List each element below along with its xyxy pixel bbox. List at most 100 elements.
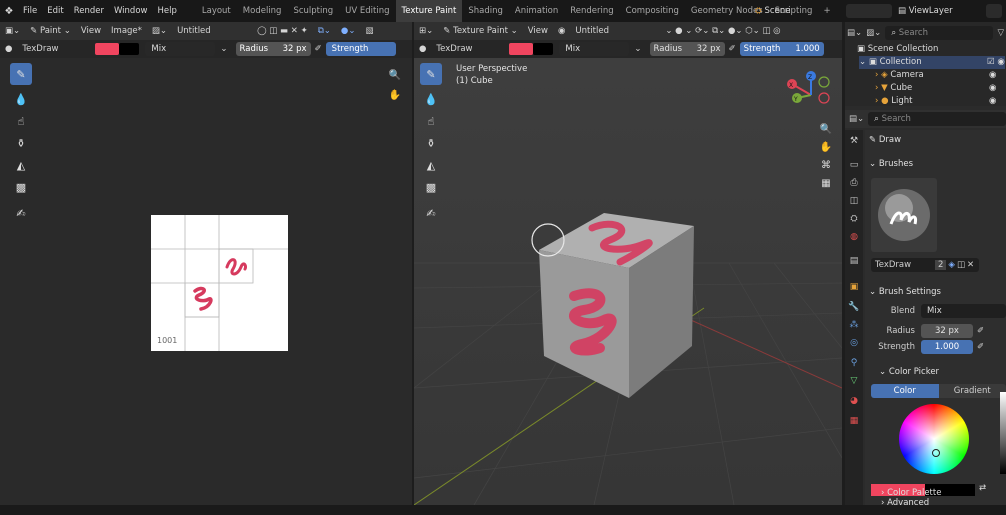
viewport-pressure-icon[interactable]: ✐: [725, 44, 740, 54]
color-picker-panel-header[interactable]: ⌄ Color Picker: [879, 364, 939, 380]
draw-tool-icon[interactable]: ✎: [10, 63, 32, 85]
brush-selector[interactable]: TexDraw 2 ◈ ◫ ✕: [871, 258, 979, 272]
tab-modeling[interactable]: Modeling: [237, 0, 288, 22]
image-actions-icons[interactable]: ◯ ◫ ▬ ✕ ✦: [252, 26, 313, 36]
ortho-toggle-icon[interactable]: ▦: [817, 174, 835, 192]
viewport-smear-tool-icon[interactable]: ☝: [420, 110, 442, 132]
viewport-editor-type-icon[interactable]: ⊞⌄: [414, 26, 438, 36]
object-tab-icon[interactable]: ▣: [847, 280, 861, 294]
tab-shading[interactable]: Shading: [462, 0, 509, 22]
outliner-item-light[interactable]: › ● Light ◉: [875, 95, 1005, 108]
brush-name-field[interactable]: TexDraw: [871, 260, 935, 270]
properties-radius-field[interactable]: 32 px: [921, 324, 973, 338]
mode-selector[interactable]: ✎ Paint ⌄: [25, 26, 76, 36]
scene-actions[interactable]: [846, 4, 892, 18]
image-browse-icon[interactable]: ▨⌄: [147, 26, 172, 36]
viewport-radius-field[interactable]: Radius 32 px: [649, 42, 725, 56]
fake-user-icon[interactable]: ◈: [946, 260, 957, 270]
data-tab-icon[interactable]: ▽: [847, 374, 861, 388]
gradient-tab[interactable]: Gradient: [938, 384, 1006, 398]
viewport-fill-tool-icon[interactable]: ◭: [420, 154, 442, 176]
tab-layout[interactable]: Layout: [196, 0, 237, 22]
color-wheel[interactable]: [899, 404, 969, 474]
viewport-zoom-icon[interactable]: 🔍: [817, 120, 835, 138]
mask-tool-icon[interactable]: ▩: [10, 176, 32, 198]
menu-image[interactable]: Image*: [106, 26, 147, 36]
editor-type-icon[interactable]: ▣⌄: [0, 26, 25, 36]
tab-sculpting[interactable]: Sculpting: [287, 0, 339, 22]
zoom-icon[interactable]: 🔍: [386, 66, 404, 84]
shading-icon[interactable]: ●⌄: [336, 26, 361, 36]
add-workspace-button[interactable]: +: [818, 6, 835, 16]
color-wheel-cursor[interactable]: [932, 449, 940, 457]
annotate-tool-icon[interactable]: ✍: [10, 202, 32, 224]
scene-selector[interactable]: ⛭ Scene: [755, 0, 790, 22]
overlay-icon[interactable]: ⧉⌄: [313, 26, 336, 36]
sidebar-toggle-icon[interactable]: ▧: [360, 26, 378, 36]
camera-visibility-icon[interactable]: ◉: [989, 69, 996, 82]
viewport-mode-selector[interactable]: ✎ Texture Paint ⌄: [438, 26, 523, 36]
menu-edit[interactable]: Edit: [42, 6, 68, 16]
smear-tool-icon[interactable]: ☝: [10, 110, 32, 132]
viewport-menu-view[interactable]: View: [523, 26, 553, 36]
outliner-item-camera[interactable]: › ◈ Camera ◉: [875, 69, 1005, 82]
brush-name[interactable]: TexDraw: [17, 44, 95, 54]
menu-window[interactable]: Window: [109, 6, 153, 16]
duplicate-icon[interactable]: ◫: [957, 260, 965, 270]
properties-strength-field[interactable]: 1.000: [921, 340, 973, 354]
view-layer-tab-icon[interactable]: ◫: [847, 194, 861, 208]
menu-file[interactable]: File: [18, 6, 42, 16]
pan-hand-icon[interactable]: ✋: [386, 86, 404, 104]
tab-texture-paint[interactable]: Texture Paint: [395, 0, 463, 22]
menu-render[interactable]: Render: [69, 6, 109, 16]
blender-logo-icon[interactable]: ❖: [0, 6, 18, 17]
radius-field[interactable]: Radius 32 px: [235, 42, 311, 56]
material-tab-icon[interactable]: ◕: [847, 394, 861, 408]
view-layer-actions[interactable]: [986, 4, 1002, 18]
light-visibility-icon[interactable]: ◉: [989, 95, 996, 108]
collection-tab-icon[interactable]: ▤: [847, 254, 861, 268]
properties-blend-dropdown[interactable]: Mix: [921, 304, 1006, 318]
funnel-icon[interactable]: ▽: [997, 28, 1004, 38]
tab-compositing[interactable]: Compositing: [620, 0, 685, 22]
tab-animation[interactable]: Animation: [509, 0, 564, 22]
viewport-clone-tool-icon[interactable]: ⚱: [420, 132, 442, 154]
soften-tool-icon[interactable]: 💧: [10, 88, 32, 110]
outliner-scene-collection[interactable]: ▣ Scene Collection: [857, 43, 938, 56]
viewport-header-icons[interactable]: ⌄ ● ⌄ ⟳⌄ ⧉⌄ ●⌄ ⬡⌄ ◫ ◎: [660, 26, 785, 36]
viewport-secondary-color-swatch[interactable]: [533, 43, 554, 55]
color-tab[interactable]: Color: [871, 384, 939, 398]
viewport-mask-tool-icon[interactable]: ▩: [420, 176, 442, 198]
viewport-image-icon[interactable]: ◉: [553, 26, 570, 36]
viewport-pan-hand-icon[interactable]: ✋: [817, 138, 835, 156]
tab-uv-editing[interactable]: UV Editing: [339, 0, 395, 22]
modifier-tab-icon[interactable]: 🔧: [847, 300, 861, 314]
fill-tool-icon[interactable]: ◭: [10, 154, 32, 176]
pressure-icon[interactable]: ✐: [311, 44, 326, 54]
particles-tab-icon[interactable]: ⁂: [847, 318, 861, 332]
blend-dropdown[interactable]: Mix: [145, 42, 216, 56]
secondary-color-swatch[interactable]: [119, 43, 140, 55]
strength-field[interactable]: Strength: [325, 42, 396, 56]
tool-tab-icon[interactable]: ⚒: [847, 134, 861, 148]
3d-viewport[interactable]: X Y Z User Perspective (1) Cube ✎ 💧 ☝ ⚱ …: [414, 58, 842, 505]
texture-tab-icon[interactable]: ▦: [847, 414, 861, 428]
image-name-field[interactable]: Untitled: [172, 26, 252, 36]
swap-colors-icon[interactable]: ⇄: [979, 483, 986, 493]
collection-visibility-icons[interactable]: ☑ ◉: [987, 56, 1005, 69]
camera-view-icon[interactable]: ⌘: [817, 156, 835, 174]
tab-rendering[interactable]: Rendering: [564, 0, 619, 22]
outliner-editor-icon[interactable]: ▤⌄: [847, 28, 862, 38]
scene-tab-icon[interactable]: ⛭: [847, 212, 861, 226]
viewport-chevron-down-icon[interactable]: ⌄: [629, 44, 646, 54]
viewport-soften-tool-icon[interactable]: 💧: [420, 88, 442, 110]
primary-color-swatch[interactable]: [95, 43, 120, 55]
physics-tab-icon[interactable]: ◎: [847, 336, 861, 350]
brush-settings-panel-header[interactable]: ⌄ Brush Settings: [869, 284, 941, 300]
viewport-draw-tool-icon[interactable]: ✎: [420, 63, 442, 85]
properties-search-input[interactable]: ⌕ Search: [868, 112, 1006, 126]
outliner-filter-icon[interactable]: ▨⌄: [866, 28, 881, 38]
constraints-tab-icon[interactable]: ⚲: [847, 356, 861, 370]
texture-image[interactable]: 1001: [151, 215, 288, 351]
viewport-primary-color-swatch[interactable]: [509, 43, 534, 55]
